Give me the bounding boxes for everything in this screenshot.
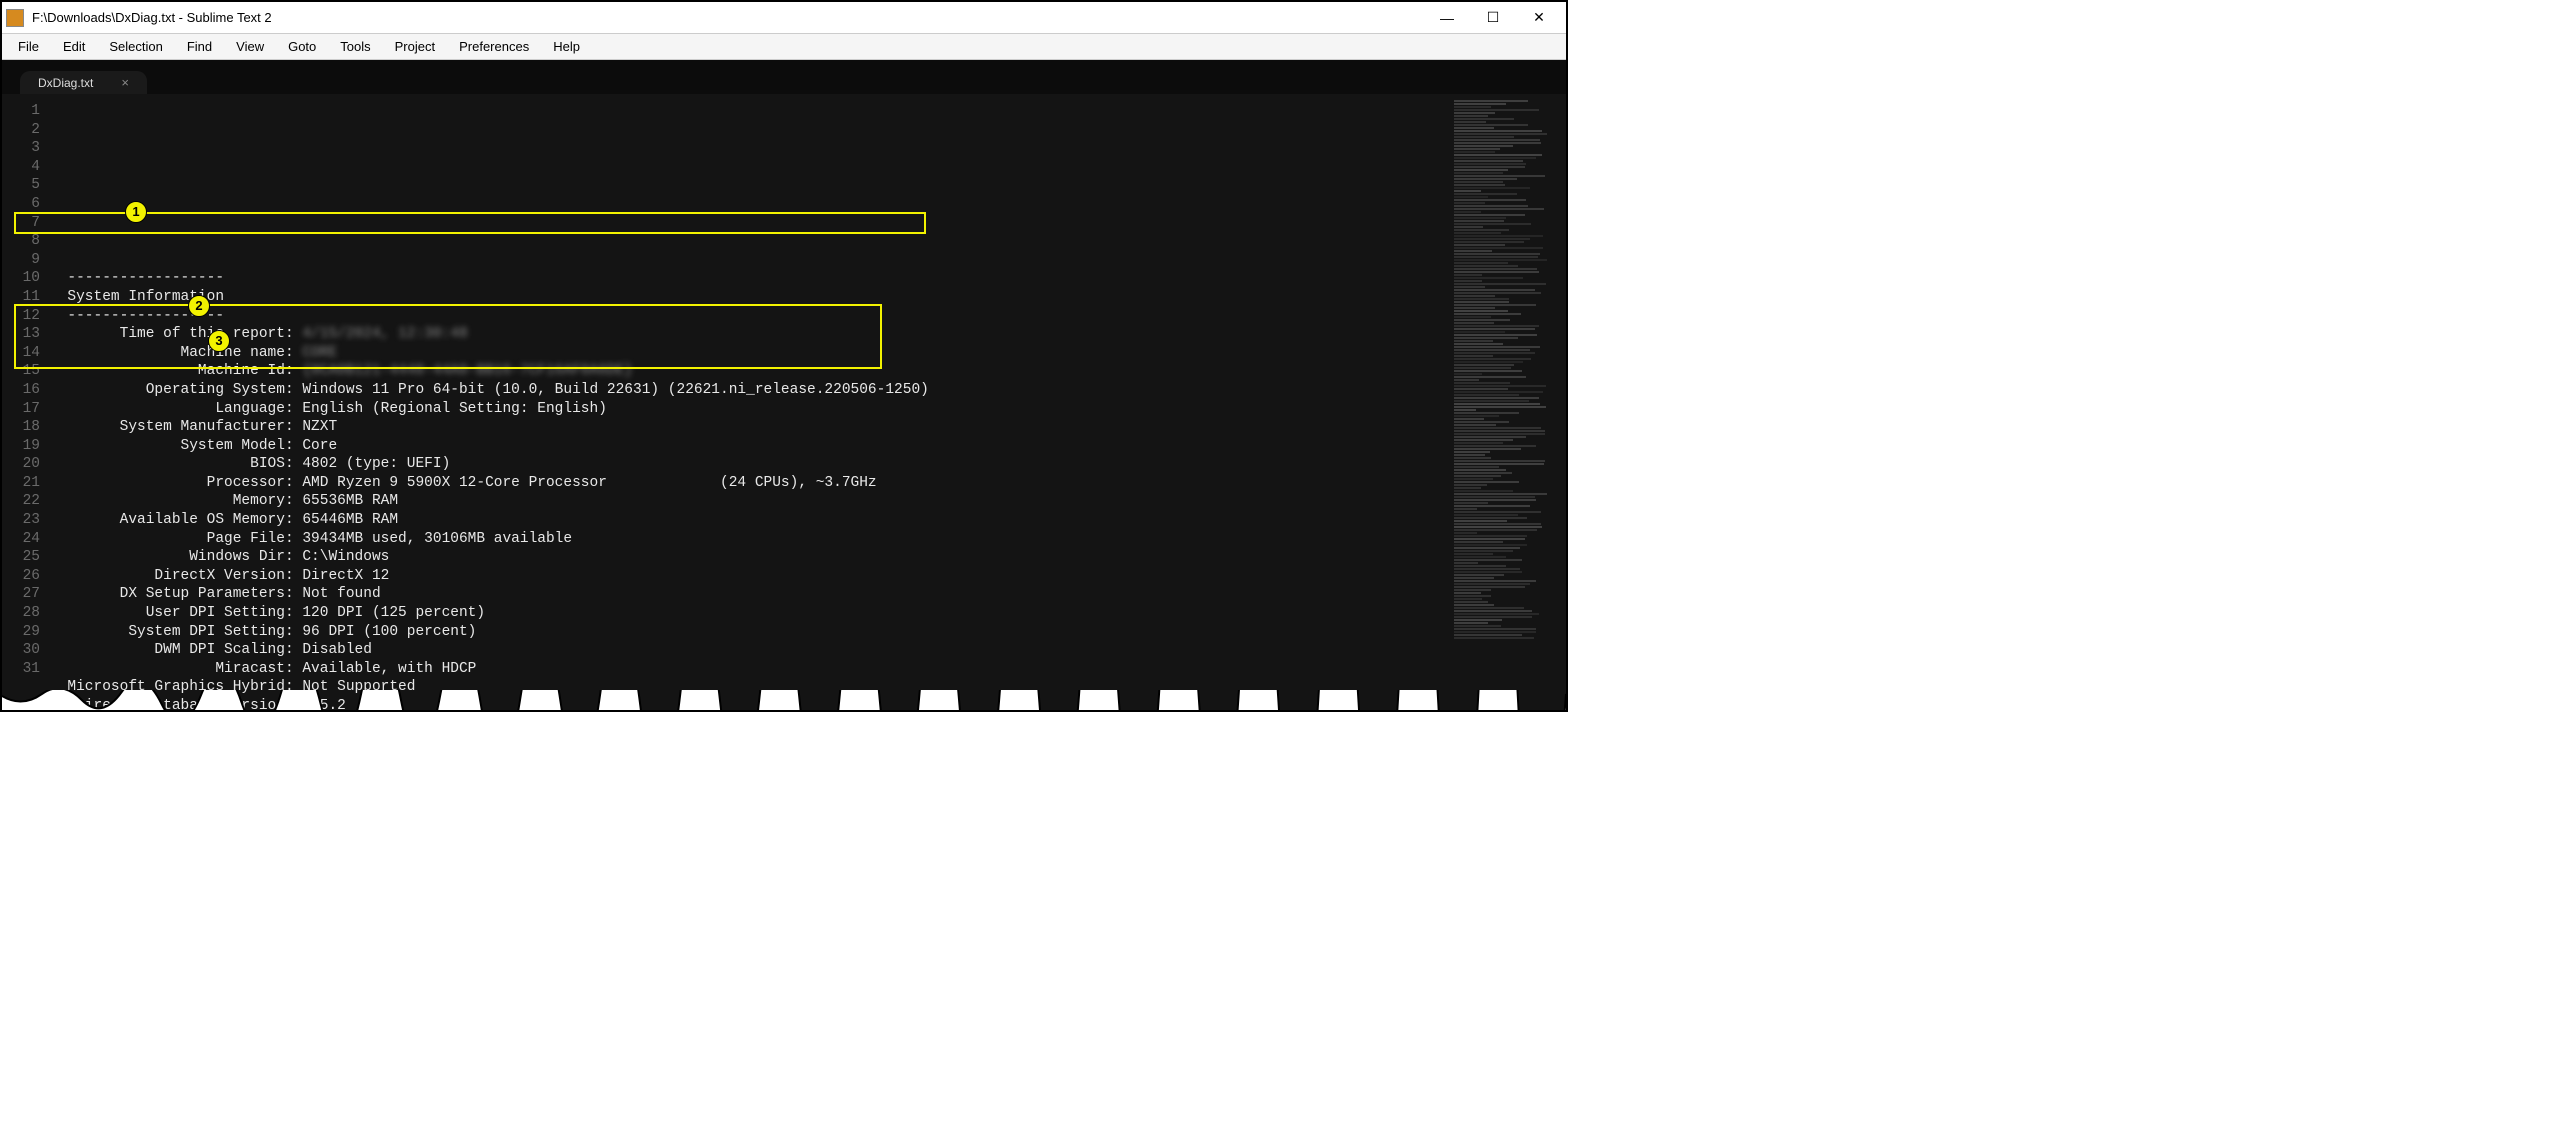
- menu-project[interactable]: Project: [383, 37, 447, 56]
- line-number: 26: [8, 567, 40, 586]
- window-controls: — ☐ ✕: [1424, 3, 1562, 33]
- line-number: 3: [8, 139, 40, 158]
- line-number: 12: [8, 307, 40, 326]
- tab-label: DxDiag.txt: [38, 76, 93, 90]
- line-number: 4: [8, 158, 40, 177]
- callout-3: 3: [208, 330, 230, 352]
- code-line: Miracast: Available, with HDCP: [50, 660, 1448, 679]
- menu-selection[interactable]: Selection: [97, 37, 174, 56]
- line-number: 15: [8, 362, 40, 381]
- line-number: 18: [8, 418, 40, 437]
- line-number: 22: [8, 492, 40, 511]
- line-number: 19: [8, 437, 40, 456]
- code-line: Available OS Memory: 65446MB RAM: [50, 511, 1448, 530]
- line-number: 30: [8, 641, 40, 660]
- code-line: System Manufacturer: NZXT: [50, 418, 1448, 437]
- close-button[interactable]: ✕: [1516, 3, 1562, 33]
- code-line: DirectX Version: DirectX 12: [50, 567, 1448, 586]
- callout-1: 1: [125, 201, 147, 223]
- code-line: System Information: [50, 288, 1448, 307]
- menu-view[interactable]: View: [224, 37, 276, 56]
- code-line: System Model: Core: [50, 437, 1448, 456]
- menu-file[interactable]: File: [6, 37, 51, 56]
- code-line: User DPI Setting: 120 DPI (125 percent): [50, 604, 1448, 623]
- line-number: 29: [8, 623, 40, 642]
- code-line: Language: English (Regional Setting: Eng…: [50, 400, 1448, 419]
- line-number: 10: [8, 269, 40, 288]
- code-line: Processor: AMD Ryzen 9 5900X 12-Core Pro…: [50, 474, 1448, 493]
- redacted-text: {0CA0B121-4448-44A0-BB16-7CF16AF0A6DE}: [302, 362, 633, 381]
- minimize-button[interactable]: —: [1424, 3, 1470, 33]
- line-number: 28: [8, 604, 40, 623]
- menu-tools[interactable]: Tools: [328, 37, 382, 56]
- line-number: 2: [8, 121, 40, 140]
- titlebar: F:\Downloads\DxDiag.txt - Sublime Text 2…: [2, 2, 1566, 34]
- line-number: 24: [8, 530, 40, 549]
- code-line: Time of this report: 4/15/2024, 12:30:48: [50, 325, 1448, 344]
- line-number: 20: [8, 455, 40, 474]
- callout-2: 2: [188, 295, 210, 317]
- code-line: DWM DPI Scaling: Disabled: [50, 641, 1448, 660]
- line-gutter: 1234567891011121314151617181920212223242…: [2, 94, 50, 710]
- line-number: 16: [8, 381, 40, 400]
- code-line: BIOS: 4802 (type: UEFI): [50, 455, 1448, 474]
- code-line: Operating System: Windows 11 Pro 64-bit …: [50, 381, 1448, 400]
- code-line: ------------------: [50, 269, 1448, 288]
- code-line: System DPI Setting: 96 DPI (100 percent): [50, 623, 1448, 642]
- code-line: Machine Id: {0CA0B121-4448-44A0-BB16-7CF…: [50, 362, 1448, 381]
- line-number: 11: [8, 288, 40, 307]
- menu-edit[interactable]: Edit: [51, 37, 97, 56]
- line-number: 6: [8, 195, 40, 214]
- code-line: Page File: 39434MB used, 30106MB availab…: [50, 530, 1448, 549]
- line-number: 23: [8, 511, 40, 530]
- window-title: F:\Downloads\DxDiag.txt - Sublime Text 2: [32, 10, 1424, 25]
- highlight-box-1: [14, 212, 926, 234]
- tab-dxdiag[interactable]: DxDiag.txt ×: [20, 71, 147, 94]
- tab-close-icon[interactable]: ×: [121, 75, 129, 90]
- line-number: 14: [8, 344, 40, 363]
- menu-goto[interactable]: Goto: [276, 37, 328, 56]
- line-number: 7: [8, 214, 40, 233]
- menu-find[interactable]: Find: [175, 37, 224, 56]
- menubar: File Edit Selection Find View Goto Tools…: [2, 34, 1566, 60]
- line-number: 21: [8, 474, 40, 493]
- tabbar: DxDiag.txt ×: [2, 60, 1566, 94]
- line-number: 27: [8, 585, 40, 604]
- maximize-button[interactable]: ☐: [1470, 3, 1516, 33]
- code-line: Machine name: CORE: [50, 344, 1448, 363]
- line-number: 17: [8, 400, 40, 419]
- line-number: 25: [8, 548, 40, 567]
- app-window: F:\Downloads\DxDiag.txt - Sublime Text 2…: [0, 0, 1568, 712]
- code-line: ------------------: [50, 307, 1448, 326]
- line-number: 9: [8, 251, 40, 270]
- redacted-text: 4/15/2024, 12:30:48: [302, 325, 467, 344]
- minimap-content: [1454, 100, 1560, 704]
- app-icon: [6, 9, 24, 27]
- line-number: 31: [8, 660, 40, 679]
- menu-preferences[interactable]: Preferences: [447, 37, 541, 56]
- menu-help[interactable]: Help: [541, 37, 592, 56]
- minimap[interactable]: [1448, 94, 1566, 710]
- editor[interactable]: 1234567891011121314151617181920212223242…: [2, 94, 1566, 710]
- code-line: Windows Dir: C:\Windows: [50, 548, 1448, 567]
- code-line: DX Setup Parameters: Not found: [50, 585, 1448, 604]
- torn-edge-decoration: [2, 690, 1566, 710]
- code-line: Memory: 65536MB RAM: [50, 492, 1448, 511]
- line-number: 13: [8, 325, 40, 344]
- code-area[interactable]: 1 2 3 ------------------ System Informat…: [50, 94, 1448, 710]
- redacted-text: CORE: [302, 344, 337, 363]
- line-number: 8: [8, 232, 40, 251]
- line-number: 5: [8, 176, 40, 195]
- line-number: 1: [8, 102, 40, 121]
